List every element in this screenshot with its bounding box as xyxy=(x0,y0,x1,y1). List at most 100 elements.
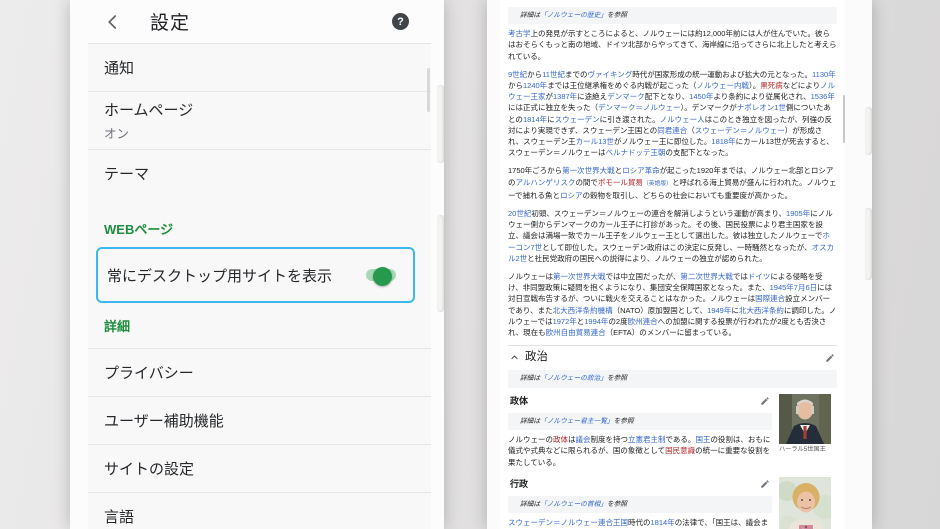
wiki-link[interactable]: 1905年 xyxy=(786,209,810,218)
text-run: として即位した。スウェーデン政府はこの決定に反発し、一時騒然となったが、 xyxy=(542,243,811,252)
edit-icon[interactable] xyxy=(825,353,835,363)
wiki-redlink[interactable]: 政体 xyxy=(553,435,568,444)
right-phone-mockup: 詳細は「ノルウェーの歴史」を参照考古学上の発見が示すところによると、ノルウェーに… xyxy=(487,0,872,529)
text-run: （NATO）原加盟国として、 xyxy=(613,306,708,315)
text-run: までの xyxy=(565,70,588,79)
wiki-link[interactable]: ナポレオン1世 xyxy=(737,103,786,112)
photo-solberg[interactable]: ソルベルグ首相 xyxy=(779,477,831,529)
hatnote-link[interactable]: 「ノルウェー君主一覧」 xyxy=(540,418,614,425)
wiki-link[interactable]: 20世紀 xyxy=(508,209,531,218)
settings-row-desktop-site[interactable]: 常にデスクトップ用サイトを表示 xyxy=(96,247,415,303)
wiki-link[interactable]: 第二次世界大戦 xyxy=(680,272,733,281)
text-run: から xyxy=(527,70,542,79)
wiki-link[interactable]: 考古学 xyxy=(508,29,531,38)
wiki-link[interactable]: 1949年 xyxy=(707,306,731,315)
scrollbar-thumb[interactable] xyxy=(427,68,430,112)
text-run: 初頭、スウェーデン＝ノルウェーの連合を解消しようという運動が高まり、 xyxy=(531,209,786,218)
wiki-link[interactable]: スウェーデン＝ノルウェー xyxy=(695,126,785,135)
settings-row-accessibility[interactable]: ユーザー補助機能 xyxy=(88,397,431,445)
wiki-link[interactable]: 欧州連合 xyxy=(628,317,658,326)
wiki-link[interactable]: 第一次世界大戦 xyxy=(553,272,606,281)
section-title: 政治 xyxy=(525,352,548,363)
wiki-link[interactable]: 立憲君主制 xyxy=(628,435,666,444)
section-heading[interactable]: 政治 xyxy=(508,345,837,366)
wiki-redlink[interactable]: 黒死病 xyxy=(760,81,783,90)
wiki-link[interactable]: ノルウェー人 xyxy=(660,115,705,124)
section-label-webpage: WEBページ xyxy=(88,219,431,238)
wiki-link[interactable]: 1818年 xyxy=(711,137,735,146)
wiki-link[interactable]: ベルナドッテ王朝 xyxy=(606,148,666,157)
subsection: ハーラル5世国王政体詳細は「ノルウェー君主一覧」を参照ノルウェーの政体は議会制度… xyxy=(508,392,837,468)
wiki-link[interactable]: ロシア xyxy=(560,191,583,200)
text-run: 詳細は xyxy=(520,12,540,19)
text-run: を参照 xyxy=(607,375,627,382)
wiki-link[interactable]: 11世紀 xyxy=(542,70,565,79)
toggle-thumb xyxy=(373,267,392,286)
wiki-redlink[interactable]: ポモール貿易 xyxy=(598,178,643,187)
wiki-link[interactable]: 北大西洋条約 xyxy=(739,306,784,315)
article-paragraph: 9世紀から11世紀までのヴァイキング時代が国家形成の統一運動および拡大の元となっ… xyxy=(508,69,837,159)
wiki-link[interactable]: 国王 xyxy=(695,435,710,444)
wiki-link[interactable]: スウェーデン＝ノルウェー連合王国 xyxy=(508,518,628,527)
desktop-site-toggle[interactable] xyxy=(366,268,398,282)
settings-row-theme[interactable]: テーマ xyxy=(88,150,431,197)
wiki-link[interactable]: スウェーデン xyxy=(555,115,600,124)
wiki-link[interactable]: 1130年 xyxy=(812,70,836,79)
wiki-link[interactable]: ドイツ xyxy=(748,272,771,281)
article-paragraph: 20世紀初頭、スウェーデン＝ノルウェーの連合を解消しようという運動が高まり、19… xyxy=(508,208,837,264)
edit-icon[interactable] xyxy=(760,479,770,489)
wiki-link[interactable]: 欧州自由貿易連合 xyxy=(546,328,606,337)
text-run: の穀物を取引し、どちらの社会においても重要度が高かった。 xyxy=(583,191,792,200)
subsection-heading: 政体 xyxy=(508,392,772,409)
hatnote-link[interactable]: 「ノルウェーの歴史」 xyxy=(540,12,607,19)
settings-row-site-settings[interactable]: サイトの設定 xyxy=(88,445,431,493)
text-run: の支配下となった。 xyxy=(666,148,733,157)
settings-row-notifications[interactable]: 通知 xyxy=(88,44,431,92)
edit-icon[interactable] xyxy=(760,396,770,406)
harald-image[interactable] xyxy=(779,394,831,444)
wiki-link[interactable]: ヴァイキング xyxy=(587,70,632,79)
phone-power-button xyxy=(865,208,872,280)
hatnote-link[interactable]: 「ノルウェーの首相」 xyxy=(540,501,607,508)
wiki-link[interactable]: デンマーク xyxy=(607,92,645,101)
wiki-link[interactable]: 1450年 xyxy=(689,92,713,101)
collapse-caret-icon[interactable] xyxy=(510,353,519,362)
wiki-link[interactable]: カール13世 xyxy=(576,137,614,146)
wiki-link[interactable]: ロシア革命 xyxy=(622,166,660,175)
hatnote-link[interactable]: 「ノルウェーの政治」 xyxy=(540,375,607,382)
settings-row-languages[interactable]: 言語 xyxy=(88,493,431,529)
scrollbar-thumb[interactable] xyxy=(843,95,846,143)
back-icon[interactable] xyxy=(104,13,122,31)
solberg-image[interactable] xyxy=(779,477,831,529)
wiki-link[interactable]: 1945年7月6日 xyxy=(770,283,818,292)
wiki-link[interactable]: 第一次世界大戦 xyxy=(562,166,615,175)
wiki-link[interactable]: 議会 xyxy=(576,435,591,444)
wiki-link[interactable]: デンマーク＝ノルウェー xyxy=(598,103,681,112)
row-label: サイトの設定 xyxy=(104,458,415,479)
wiki-link[interactable]: 1387年 xyxy=(553,92,577,101)
wiki-redlink[interactable]: 国民意識 xyxy=(665,446,695,455)
wiki-link[interactable]: アルハンゲリスク xyxy=(516,178,576,187)
settings-row-homepage[interactable]: ホームページ オン xyxy=(88,92,431,150)
wiki-link[interactable]: 1814年 xyxy=(523,115,547,124)
phone-volume-button xyxy=(437,85,444,163)
text-run: が xyxy=(546,92,554,101)
settings-row-privacy[interactable]: プライバシー xyxy=(88,349,431,397)
wiki-link[interactable]: 9世紀 xyxy=(508,70,527,79)
wiki-link[interactable]: 1972年 xyxy=(553,317,577,326)
section-label-advanced: 詳細 xyxy=(88,316,431,335)
phone-volume-button xyxy=(865,107,872,155)
wiki-link[interactable]: 北大西洋条約機構 xyxy=(553,306,613,315)
text-run: などにより xyxy=(783,81,820,90)
wiki-link[interactable]: 同君連合 xyxy=(657,126,687,135)
wiki-link[interactable]: 1240年 xyxy=(523,81,547,90)
text-run: から xyxy=(508,81,523,90)
photo-harald[interactable]: ハーラル5世国王 xyxy=(779,394,831,455)
wiki-link[interactable]: 国際連合 xyxy=(755,294,785,303)
wiki-link[interactable]: ノルウェー内戦 xyxy=(697,81,750,90)
wiki-link-annotation[interactable]: （英語版） xyxy=(643,181,672,187)
wiki-link[interactable]: 1814年 xyxy=(651,518,675,527)
help-icon[interactable]: ? xyxy=(392,13,409,30)
wiki-link[interactable]: 1536年 xyxy=(811,92,835,101)
wiki-link[interactable]: 1994年 xyxy=(584,317,608,326)
